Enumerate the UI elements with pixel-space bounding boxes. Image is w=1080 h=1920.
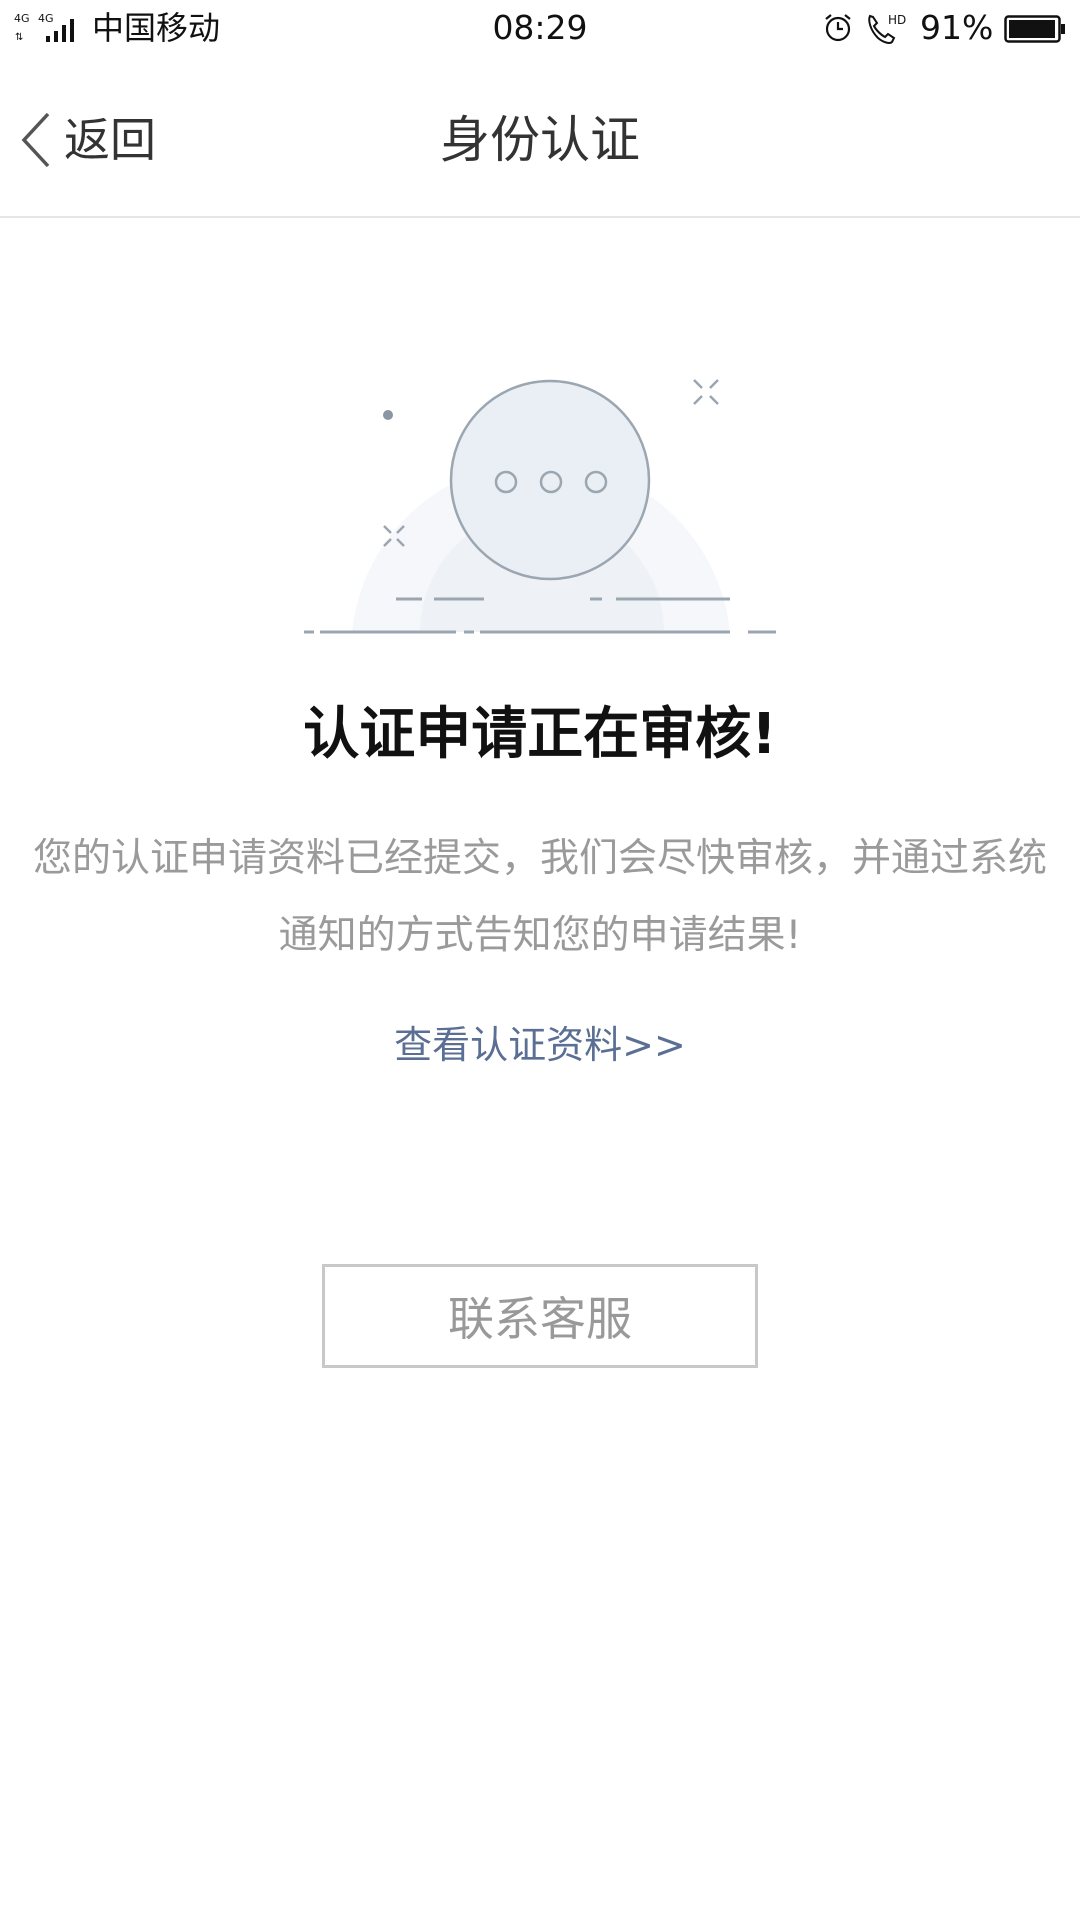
- view-verification-info-link[interactable]: 查看认证资料>>: [0, 1020, 1080, 1070]
- svg-text:HD: HD: [888, 13, 906, 27]
- battery-percent: 91%: [920, 8, 994, 47]
- hd-call-icon: HD: [868, 13, 906, 44]
- battery-icon: [1004, 15, 1065, 43]
- review-status-heading: 认证申请正在审核!: [303, 702, 777, 767]
- pending-review-illustration: [304, 379, 776, 634]
- contact-support-button[interactable]: 联系客服: [322, 1264, 758, 1368]
- review-description: 您的认证申请资料已经提交，我们会尽快审核，并通过系统通知的方式告知您的申请结果!: [32, 836, 1047, 958]
- status-bar: 4G 4G ⇅ 中国移动 08:29 HD 91%: [0, 0, 1080, 58]
- alarm-icon: [825, 14, 851, 42]
- navigation-bar: 返回 身份认证: [0, 58, 1080, 218]
- chat-bubble-icon: [449, 379, 651, 581]
- sparkle-icon: [693, 379, 719, 405]
- status-time: 08:29: [492, 8, 588, 47]
- page-title: 身份认证: [440, 111, 640, 169]
- identity-verification-page: 4G 4G ⇅ 中国移动 08:29 HD 91% 返回 身份认证 认证申请正在…: [0, 0, 1080, 1920]
